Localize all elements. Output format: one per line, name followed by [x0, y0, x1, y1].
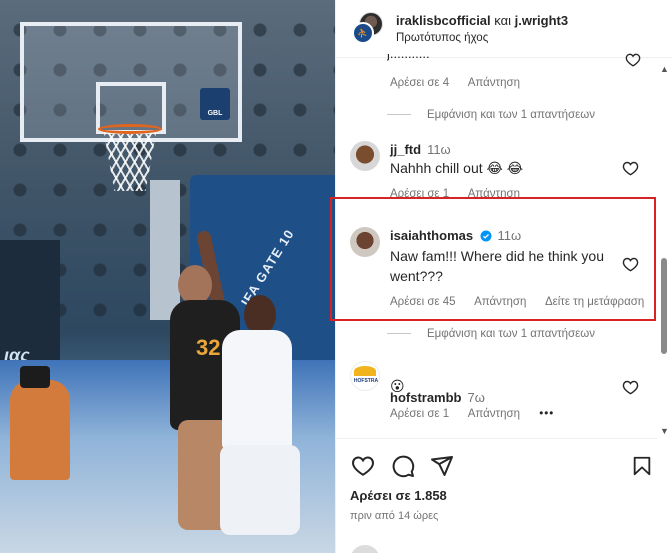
comment-meta: Αρέσει σε 1 Απάντηση •••	[390, 408, 570, 420]
likes-total[interactable]: Αρέσει σε 1.858	[350, 488, 447, 503]
hofstra-logo-mark	[354, 366, 376, 376]
show-replies-button[interactable]: Εμφάνιση και των 1 απαντήσεων	[387, 328, 595, 340]
comment-meta: Αρέσει σε 1 Απάντηση	[390, 188, 550, 197]
heart-icon[interactable]	[625, 52, 641, 68]
actions-divider	[335, 438, 657, 439]
highlight-box	[330, 197, 656, 321]
comment-header: jj_ftd 11ω	[390, 141, 451, 159]
post-authors: iraklisbcofficial και j.wright3	[396, 13, 568, 28]
player-white-head	[244, 295, 276, 335]
photographer	[10, 380, 70, 480]
comment-time[interactable]: 11ω	[427, 142, 451, 157]
comment-text: Nahhh chill out 😂 😂	[390, 160, 524, 176]
comment-time[interactable]: 7ω	[468, 390, 485, 405]
commenter-avatar[interactable]: HOFSTRA	[350, 361, 380, 391]
more-options-icon[interactable]: •••	[539, 408, 554, 420]
gbl-logo-text: GBL	[207, 110, 223, 117]
commenter-avatar[interactable]	[350, 141, 380, 171]
player-dark-head	[178, 265, 212, 305]
hofstra-logo-text: HOFSTRA	[353, 378, 379, 384]
like-heart-icon[interactable]	[351, 454, 375, 478]
bookmark-icon[interactable]	[631, 454, 653, 478]
basket-rim	[98, 124, 162, 134]
heart-icon[interactable]	[622, 160, 639, 177]
comment-bubble-icon[interactable]	[391, 454, 415, 478]
player-white-legs	[220, 445, 300, 535]
scrollbar[interactable]	[657, 58, 671, 438]
hoop-pole	[150, 180, 180, 320]
partial-comment-text: j...........	[387, 54, 447, 61]
comment-meta: Αρέσει σε 4 Απάντηση	[390, 77, 536, 89]
coauthor-avatar-icon: ⛹	[357, 28, 369, 38]
jersey-number: 32	[196, 335, 221, 360]
comment-username[interactable]: jj_ftd	[390, 142, 421, 157]
post-time[interactable]: πριν από 14 ώρες	[350, 510, 438, 522]
scroll-up-arrow-icon[interactable]: ▲	[660, 64, 669, 74]
player-white	[222, 330, 292, 450]
heart-icon[interactable]	[622, 379, 639, 396]
post-header: ⛹ iraklisbcofficial και j.wright3 Πρωτότ…	[336, 0, 672, 58]
reply-button[interactable]: Απάντηση	[468, 77, 520, 89]
coauthor-username[interactable]: j.wright3	[515, 13, 568, 28]
likes-count[interactable]: Αρέσει σε 1	[390, 188, 449, 197]
coauthor-avatar[interactable]: ⛹	[352, 22, 374, 44]
show-replies-button[interactable]: Εμφάνιση και των 1 απαντήσεων	[387, 109, 595, 121]
share-icon[interactable]	[430, 454, 454, 478]
likes-count[interactable]: Αρέσει σε 4	[390, 77, 449, 89]
post-media[interactable]: ιας IFA GATE 10 GBL 32	[0, 0, 335, 553]
authors-conjunction: και	[494, 13, 512, 28]
audio-label[interactable]: Πρωτότυπος ήχος	[396, 32, 488, 44]
author-username[interactable]: iraklisbcofficial	[396, 13, 491, 28]
reply-button[interactable]: Απάντηση	[468, 188, 520, 197]
likes-count[interactable]: Αρέσει σε 1	[390, 408, 449, 420]
camera	[20, 366, 50, 388]
scroll-down-arrow-icon[interactable]: ▼	[660, 426, 669, 436]
comment-text: 😮	[390, 378, 405, 394]
reply-button[interactable]: Απάντηση	[468, 408, 520, 420]
scroll-thumb[interactable]	[661, 258, 667, 354]
